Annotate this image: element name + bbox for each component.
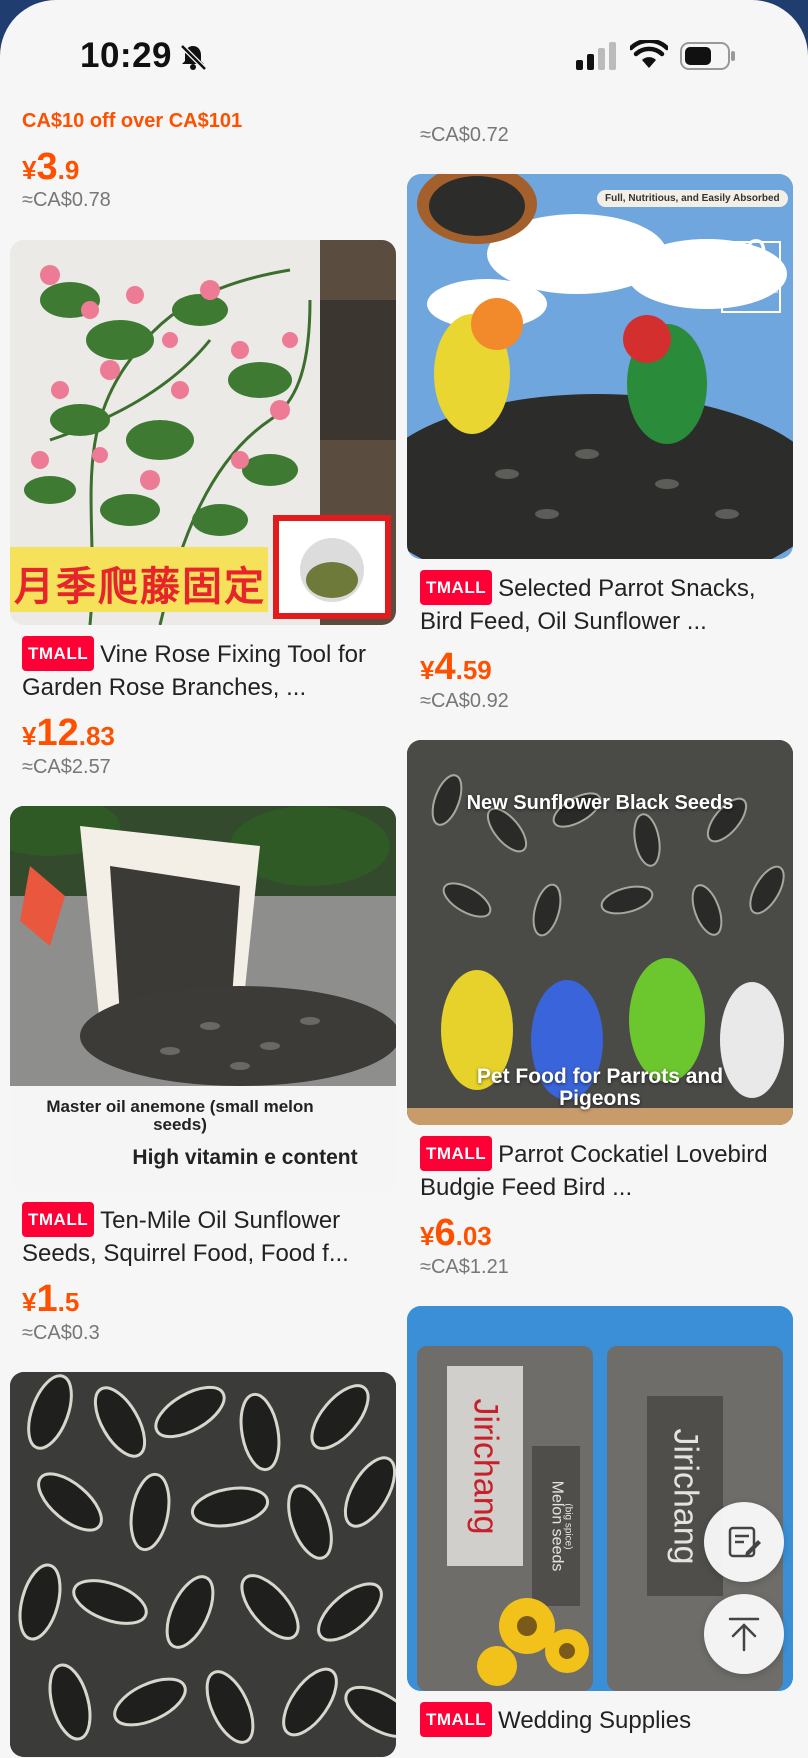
product-image[interactable]: Master oil anemone (small melon seeds) H… [10, 806, 396, 1191]
tmall-badge: TMALL [420, 570, 493, 605]
status-bar: 10:29 [0, 0, 808, 110]
product-title[interactable]: TMALL Wedding Supplies [420, 1702, 782, 1737]
price: ¥3.9 [22, 146, 80, 188]
price: ¥1.5 [22, 1278, 80, 1320]
cad-price: ≈CA$0.78 [22, 189, 111, 211]
price: ¥6.03 [420, 1212, 492, 1254]
product-image[interactable]: Full, Nutritious, and Easily Absorbed 0 … [407, 174, 793, 559]
bell-slash-icon [180, 44, 207, 71]
image-caption: Pet Food for Parrots and Pigeons [476, 1065, 724, 1110]
product-title[interactable]: TMALL Selected Parrot Snacks, Bird Feed, … [420, 570, 782, 638]
back-to-top-icon [728, 1617, 760, 1652]
price: ¥4.59 [420, 646, 492, 688]
wifi-icon [630, 40, 668, 68]
image-badge-text: No Additives [733, 286, 779, 295]
product-image[interactable]: New Sunflower Black Seeds Pet Food for P… [407, 740, 793, 1125]
product-title[interactable]: TMALL Parrot Cockatiel Lovebird Budgie Fe… [420, 1136, 782, 1204]
image-caption: (big spice) [562, 1502, 574, 1550]
product-image[interactable]: 月季爬藤固定 [10, 240, 396, 625]
image-caption: 月季爬藤固定 [14, 565, 266, 609]
price: ¥12.83 [22, 712, 115, 754]
tmall-badge: TMALL [420, 1136, 493, 1171]
back-to-top-button[interactable] [704, 1594, 784, 1674]
status-time: 10:29 [80, 36, 173, 75]
image-caption: New Sunflower Black Seeds [466, 792, 734, 814]
product-title[interactable]: TMALL Ten-Mile Oil Sunflower Seeds, Squir… [22, 1202, 384, 1270]
image-caption: Jirichang [666, 1427, 705, 1565]
image-caption: Jirichang [466, 1397, 505, 1535]
battery-icon [680, 42, 735, 70]
image-caption: Full, Nutritious, and Easily Absorbed [597, 190, 788, 207]
tmall-badge: TMALL [22, 1202, 95, 1237]
tmall-badge: TMALL [420, 1702, 493, 1737]
image-badge-number: 0 [744, 232, 768, 276]
cad-price: ≈CA$0.92 [420, 690, 509, 712]
promo-text: CA$10 off over CA$101 [22, 110, 243, 132]
cad-price: ≈CA$0.3 [22, 1322, 100, 1344]
edit-note-icon [728, 1526, 761, 1558]
cad-price: ≈CA$0.72 [420, 124, 509, 146]
cad-price: ≈CA$1.21 [420, 1256, 509, 1278]
product-image[interactable] [10, 1372, 396, 1757]
screen: 10:29 CA$10 off over CA$101 ¥3.9 ≈CA$0.7… [0, 0, 808, 1758]
cad-price: ≈CA$2.57 [22, 756, 111, 778]
signal-icon [576, 42, 616, 70]
image-caption: High vitamin e content [132, 1146, 358, 1169]
image-caption: Master oil anemone (small melon seeds) [46, 1097, 314, 1134]
edit-note-button[interactable] [704, 1502, 784, 1582]
product-title[interactable]: TMALL Vine Rose Fixing Tool for Garden Ro… [22, 636, 384, 704]
tmall-badge: TMALL [22, 636, 95, 671]
seed-closeup-image [10, 1372, 396, 1757]
